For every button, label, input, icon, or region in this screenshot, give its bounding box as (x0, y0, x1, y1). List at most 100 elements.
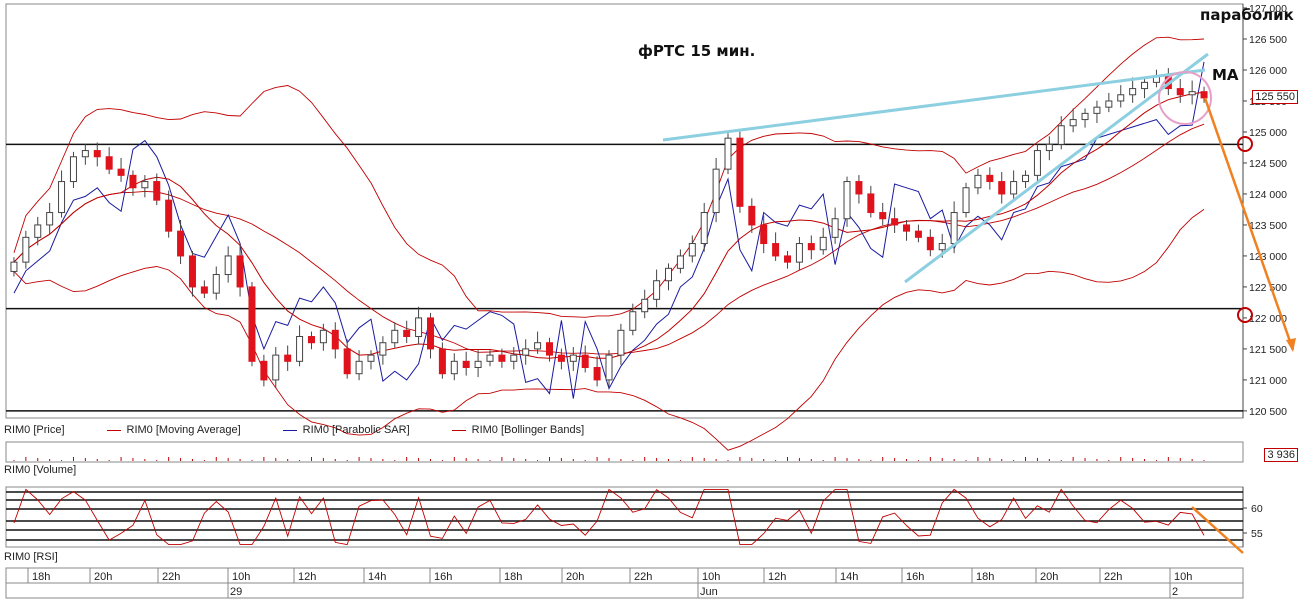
y-tick-label: 125 000 (1249, 127, 1287, 139)
candle-body (403, 329, 411, 338)
candle-body (319, 329, 327, 344)
candle-body (224, 255, 232, 276)
price-legend: RIM0 [Price] RIM0 [Moving Average] RIM0 … (4, 424, 626, 436)
hour-label: 16h (906, 571, 924, 583)
candle-body (343, 348, 351, 375)
candle-body (712, 168, 720, 214)
candle-body (117, 168, 125, 176)
candle-body (296, 336, 304, 362)
rsi-tick-label: 60 (1251, 503, 1263, 515)
candle-body (665, 267, 673, 282)
candle-body (188, 255, 196, 288)
candle-body (10, 261, 18, 272)
candle-body (557, 354, 565, 362)
candle-body (962, 187, 970, 214)
candle-body (795, 243, 803, 263)
hour-label: 18h (32, 571, 50, 583)
hour-label: 22h (634, 571, 652, 583)
candle-body (1057, 125, 1065, 145)
candle-body (391, 329, 399, 344)
candle-body (831, 218, 839, 238)
candle-body (367, 354, 375, 362)
candle-body (1093, 106, 1101, 114)
candle-body (641, 298, 649, 313)
candle-body (1081, 112, 1089, 121)
candle-body (676, 255, 684, 269)
legend-price-label: RIM0 [Price] (4, 424, 65, 436)
candle-body (736, 137, 744, 207)
legend-ma: RIM0 [Moving Average] (106, 424, 241, 436)
candle-body (760, 224, 768, 245)
legend-ma-swatch (106, 429, 121, 431)
candle-body (22, 236, 30, 263)
candle-body (177, 230, 185, 257)
hour-label: 18h (504, 571, 522, 583)
candle-body (1117, 94, 1125, 102)
candle-body (462, 360, 470, 369)
rsi-ticks: 60 55 (1243, 503, 1263, 540)
volume-value-label: 3 936 (1264, 448, 1298, 462)
candle-body (58, 181, 66, 214)
candle-body (165, 199, 173, 232)
candle-body (986, 174, 994, 183)
candle-body (1033, 150, 1041, 176)
candle-body (605, 354, 613, 381)
candle-body (938, 243, 946, 251)
date-label: Jun (700, 586, 718, 598)
candle-body (950, 212, 958, 245)
candle-body (545, 342, 553, 356)
legend-sar-swatch (282, 429, 297, 431)
hour-label: 14h (368, 571, 386, 583)
candle-body (474, 360, 482, 369)
candle-body (819, 236, 827, 251)
candle-body (200, 286, 208, 294)
hour-label: 18h (976, 571, 994, 583)
candle-body (1129, 88, 1137, 96)
candle-body (569, 354, 577, 362)
candle-body (1105, 100, 1113, 108)
candle-body (307, 336, 315, 344)
date-label: 2 (1172, 586, 1178, 598)
candle-body (1045, 143, 1053, 152)
hour-label: 22h (1104, 571, 1122, 583)
chart-title: фРТС 15 мин. (638, 42, 756, 60)
volume-panel-frame (5, 441, 1244, 463)
candle-body (260, 360, 268, 381)
candle-body (772, 243, 780, 257)
hour-label: 12h (298, 571, 316, 583)
candle-body (1188, 91, 1196, 96)
candle-body (105, 156, 113, 170)
parabolic-annotation: параболик (1200, 6, 1294, 24)
candle-body (46, 212, 54, 226)
y-tick-label: 120 500 (1249, 406, 1287, 418)
candle-body (891, 218, 899, 226)
candle-body (593, 367, 601, 381)
candle-body (867, 193, 875, 214)
volume-panel-title: RIM0 [Volume] (4, 464, 77, 476)
candle-body (284, 354, 292, 362)
candle-body (1069, 119, 1077, 127)
candle-body (355, 360, 363, 375)
candle-body (807, 243, 815, 251)
hour-label: 14h (840, 571, 858, 583)
candle-body (784, 255, 792, 263)
candle-body (415, 317, 423, 338)
candle-body (855, 181, 863, 195)
hour-label: 12h (768, 571, 786, 583)
candle-body (688, 243, 696, 257)
candle-body (498, 354, 506, 362)
candle-body (1200, 91, 1208, 99)
candle-body (510, 354, 518, 362)
candle-body (617, 329, 625, 356)
candle-body (1176, 88, 1184, 96)
price-panel-frame (5, 3, 1244, 419)
candle-body (748, 205, 756, 226)
candle-body (141, 181, 149, 189)
candle-body (974, 174, 982, 189)
hour-label: 20h (1040, 571, 1058, 583)
y-tick-label: 124 500 (1249, 158, 1287, 170)
legend-sar: RIM0 [Parabolic SAR] (282, 424, 410, 436)
candle-body (724, 137, 732, 170)
candle-body (522, 348, 530, 356)
hour-label: 16h (434, 571, 452, 583)
